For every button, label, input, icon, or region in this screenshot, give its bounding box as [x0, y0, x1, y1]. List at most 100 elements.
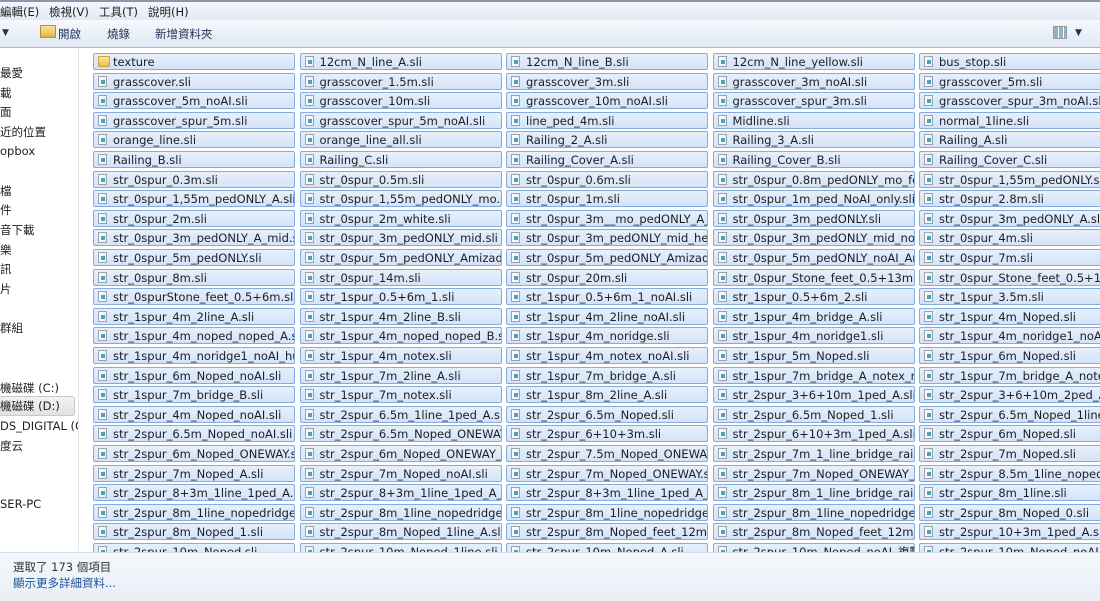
file-item[interactable]: str_2spur_6m_Noped.sli	[919, 425, 1100, 443]
file-item[interactable]: str_2spur_8m_1line_nopedridge_1...	[506, 503, 708, 521]
file-item[interactable]: str_2spur_8+3m_1line_1ped_A.sli	[93, 484, 295, 502]
file-item[interactable]: grasscover_spur_5m_noAI.sli	[299, 111, 502, 129]
file-item[interactable]: str_2spur_7m_Noped.sli	[919, 445, 1100, 462]
file-item[interactable]: 12cm_N_line_B.sli	[506, 53, 708, 70]
file-item[interactable]: str_2spur_8m_1line_nopedridge_n...	[712, 503, 915, 521]
file-item[interactable]: str_2spur_7m_Noped_noAI.sli	[299, 464, 502, 482]
file-item[interactable]: str_1spur_8m_2line_A.sli	[506, 386, 708, 404]
file-item[interactable]: str_1spur_4m_bridge_A.sli	[712, 307, 915, 325]
file-item[interactable]: str_0spur_3m_pedONLY_mid.sli	[299, 229, 502, 247]
file-item[interactable]: str_0spur_2m.sli	[93, 209, 295, 227]
file-item[interactable]: grasscover_10m.sli	[299, 92, 502, 110]
file-item[interactable]: str_1spur_4m_noped_noped_B.sli	[299, 327, 502, 345]
menu-help[interactable]: 說明(H)	[148, 4, 189, 20]
file-item[interactable]: Railing_Cover_C.sli	[919, 151, 1100, 168]
file-item[interactable]: str_2spur_10m_Noped.sli	[93, 543, 295, 552]
file-item[interactable]: str_2spur_7m_Noped_A.sli	[93, 464, 295, 482]
sidebar-item[interactable]: 檔	[0, 183, 12, 199]
file-item[interactable]: grasscover_spur_5m.sli	[93, 111, 295, 129]
file-item[interactable]: str_0spur_3m_pedONLY_A.sli	[919, 209, 1100, 227]
folder-item[interactable]: texture	[93, 53, 295, 70]
file-item[interactable]: str_1spur_7m_2line_A.sli	[299, 366, 502, 384]
file-item[interactable]: str_2spur_8m_1_line_bridge_rail_O...	[712, 484, 915, 502]
menu-edit[interactable]: 編輯(E)	[0, 4, 39, 20]
sidebar-item[interactable]: 近的位置	[0, 124, 46, 140]
file-item[interactable]: str_0spur_1,55m_pedONLY_A.sli	[93, 190, 295, 208]
file-item[interactable]: str_2spur_6.5m_1line_1ped_A.sli	[299, 405, 502, 423]
file-item[interactable]: str_1spur_4m_Noped.sli	[919, 307, 1100, 325]
file-item[interactable]: str_1spur_4m_noridge1_noAI_hum...	[93, 347, 295, 364]
file-item[interactable]: grasscover_5m_noAI.sli	[93, 92, 295, 110]
file-item[interactable]: 12cm_N_line_A.sli	[299, 53, 502, 70]
file-item[interactable]: str_1spur_4m_noridge.sli	[506, 327, 708, 345]
file-item[interactable]: str_0spur_5m_pedONLY_Amizade.sli	[299, 249, 502, 266]
file-item[interactable]: str_2spur_6.5m_Noped.sli	[506, 405, 708, 423]
file-item[interactable]: str_2spur_6.5m_Noped_1line.sli	[919, 405, 1100, 423]
file-item[interactable]: Railing_A.sli	[919, 131, 1100, 149]
file-item[interactable]: str_2spur_8m_1line.sli	[919, 484, 1100, 502]
sidebar-item[interactable]: 片	[0, 281, 12, 297]
file-item[interactable]: orange_line.sli	[93, 131, 295, 149]
file-item[interactable]: grasscover_5m.sli	[919, 72, 1100, 90]
sidebar-item[interactable]: 群組	[0, 320, 23, 336]
file-item[interactable]: str_2spur_6+10+3m.sli	[506, 425, 708, 443]
file-item[interactable]: Railing_Cover_B.sli	[712, 151, 915, 168]
file-item[interactable]: str_0spur_0.5m.sli	[299, 170, 502, 188]
file-item[interactable]: str_1spur_4m_noped_noped_A.sli	[93, 327, 295, 345]
file-item[interactable]: str_2spur_7m_Noped_ONEWAY_st...	[712, 464, 915, 482]
file-item[interactable]: str_0spur_7m.sli	[919, 249, 1100, 266]
menu-tools[interactable]: 工具(T)	[99, 4, 138, 20]
sidebar-item[interactable]: 機磁碟 (D:)	[0, 396, 75, 416]
file-item[interactable]: Railing_C.sli	[299, 151, 502, 168]
file-item[interactable]: str_1spur_7m_bridge_A_notex_noA...	[712, 366, 915, 384]
file-item[interactable]: grasscover.sli	[93, 72, 295, 90]
file-item[interactable]: str_2spur_8.5m_1line_nopedridge...	[919, 464, 1100, 482]
file-item[interactable]: normal_1line.sli	[919, 111, 1100, 129]
file-item[interactable]: Railing_2_A.sli	[506, 131, 708, 149]
file-item[interactable]: str_2spur_8+3m_1line_1ped_A_no...	[299, 484, 502, 502]
file-item[interactable]: str_2spur_6.5m_Noped_noAI.sli	[93, 425, 295, 443]
file-item[interactable]: str_1spur_4m_noridge1.sli	[712, 327, 915, 345]
file-item[interactable]: str_2spur_8m_Noped_1line_A.sli	[299, 523, 502, 541]
file-item[interactable]: str_2spur_6.5m_Noped_1.sli	[712, 405, 915, 423]
sidebar-item[interactable]: SER-PC	[0, 497, 41, 511]
file-item[interactable]: str_1spur_7m_bridge_B.sli	[93, 386, 295, 404]
open-button[interactable]: 開啟	[58, 26, 81, 42]
file-item[interactable]: Railing_Cover_A.sli	[506, 151, 708, 168]
file-item[interactable]: str_2spur_8m_Noped_feet_12m.sli	[506, 523, 708, 541]
file-item[interactable]: str_0spur_5m_pedONLY_Amizade_...	[506, 249, 708, 266]
file-item[interactable]: grasscover_spur_3m_noAI.sli	[919, 92, 1100, 110]
file-item[interactable]: str_2spur_3+6+10m_2ped_A.sli	[919, 386, 1100, 404]
file-item[interactable]: str_1spur_7m_bridge_A_notex_no...	[919, 366, 1100, 384]
burn-button[interactable]: 燒錄	[107, 26, 130, 42]
file-item[interactable]: str_0spur_3m_pedONLY.sli	[712, 209, 915, 227]
file-item[interactable]: str_2spur_8m_1line_nopedridge_1...	[299, 503, 502, 521]
file-item[interactable]: grasscover_spur_3m.sli	[712, 92, 915, 110]
file-item[interactable]: str_0spur_2m_white.sli	[299, 209, 502, 227]
file-item[interactable]: str_2spur_10m_Noped_noAI_複製...	[712, 543, 915, 552]
file-item[interactable]: Railing_B.sli	[93, 151, 295, 168]
file-item[interactable]: str_1spur_3.5m.sli	[919, 288, 1100, 306]
file-item[interactable]: str_0spur_4m.sli	[919, 229, 1100, 247]
file-item[interactable]: str_1spur_0.5+6m_2.sli	[712, 288, 915, 306]
file-item[interactable]: grasscover_1.5m.sli	[299, 72, 502, 90]
file-item[interactable]: str_2spur_10+3m_1ped_A.sli	[919, 523, 1100, 541]
file-item[interactable]: str_0spur_5m_pedONLY.sli	[93, 249, 295, 266]
file-item[interactable]: str_2spur_8m_1line_nopedridge.sli	[93, 503, 295, 521]
file-item[interactable]: str_0spur_3m_pedONLY_mid_noAI...	[712, 229, 915, 247]
file-item[interactable]: str_2spur_7m_1_line_bridge_rail_O...	[712, 445, 915, 462]
sidebar-item[interactable]: 件	[0, 202, 12, 218]
file-item[interactable]: str_1spur_4m_noridge1_noAI.sli	[919, 327, 1100, 345]
file-item[interactable]: str_2spur_8+3m_1line_1ped_A_no...	[506, 484, 708, 502]
file-item[interactable]: str_2spur_8m_Noped_1.sli	[93, 523, 295, 541]
file-item[interactable]: str_1spur_5m_Noped.sli	[712, 347, 915, 364]
file-item[interactable]: str_2spur_8m_Noped_feet_12m_n...	[712, 523, 915, 541]
file-item[interactable]: str_0spur_3m__mo_pedONLY_A_m...	[506, 209, 708, 227]
file-item[interactable]: Midline.sli	[712, 111, 915, 129]
file-item[interactable]: str_2spur_8m_Noped_0.sli	[919, 503, 1100, 521]
organize-dropdown-icon[interactable]: ▼	[2, 28, 9, 38]
file-item[interactable]: str_2spur_3+6+10m_1ped_A.sli	[712, 386, 915, 404]
file-item[interactable]: str_2spur_7m_Noped_ONEWAY.sli	[506, 464, 708, 482]
file-item[interactable]: str_1spur_7m_bridge_A.sli	[506, 366, 708, 384]
sidebar-item[interactable]: 載	[0, 85, 12, 101]
